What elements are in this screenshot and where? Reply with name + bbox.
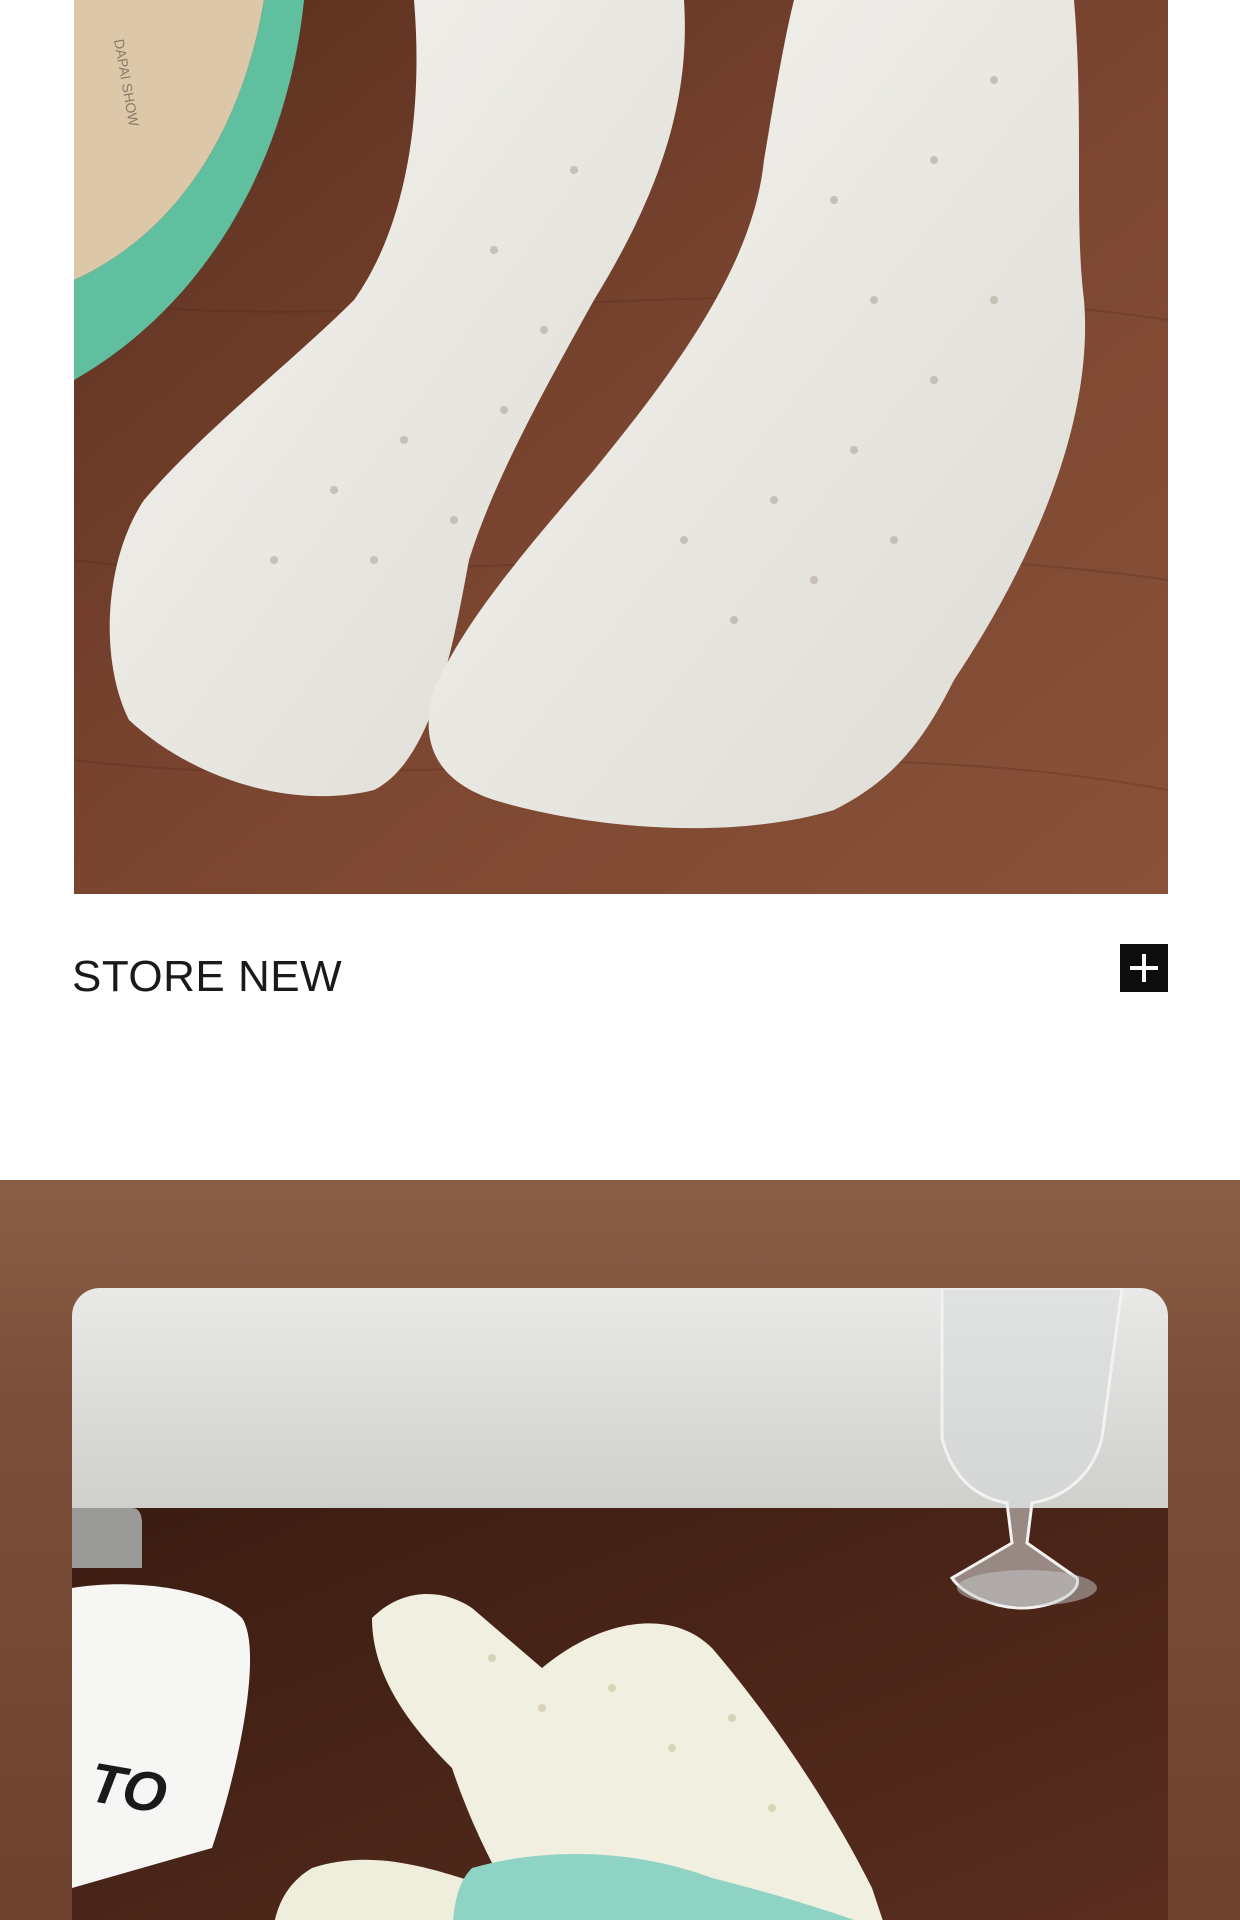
socks-glass-illustration: TO [72,1288,1168,1920]
photo-frame: TO [72,1288,1168,1920]
section-title: STORE NEW [72,952,343,1001]
product-photo-bottom: TO [0,1180,1240,1920]
socks-on-wood-illustration: DAPAI SHOW [74,0,1168,894]
product-photo-top: DAPAI SHOW [74,0,1168,894]
section-header: STORE NEW [72,944,1168,1010]
sock-print-text: TO [85,1750,172,1825]
plus-icon[interactable] [1120,944,1168,992]
